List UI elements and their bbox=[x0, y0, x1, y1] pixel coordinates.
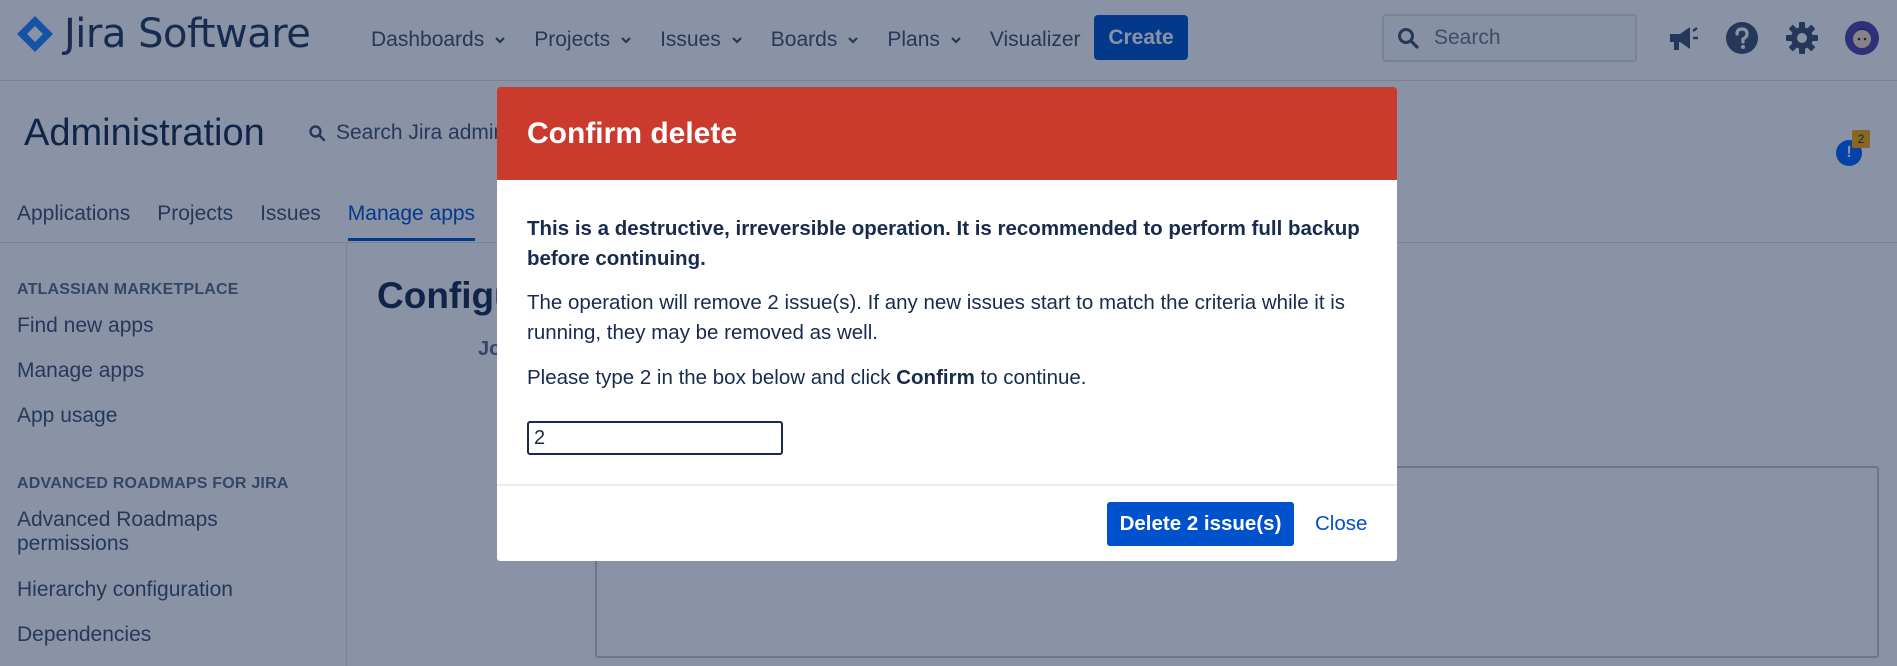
dialog-footer-divider bbox=[497, 484, 1397, 486]
close-button[interactable]: Close bbox=[1315, 512, 1367, 536]
confirm-instruction-keyword: Confirm bbox=[896, 366, 975, 389]
confirm-delete-dialog: Confirm delete This is a destructive, ir… bbox=[497, 87, 1397, 561]
dialog-title: Confirm delete bbox=[527, 116, 738, 150]
info-message: The operation will remove 2 issue(s). If… bbox=[527, 291, 1346, 344]
dialog-body: This is a destructive, irreversible oper… bbox=[497, 180, 1397, 455]
confirm-instruction-suffix: to continue. bbox=[974, 366, 1087, 389]
confirm-instruction-prefix: Please type 2 in the box below and click bbox=[527, 366, 897, 389]
warning-message: This is a destructive, irreversible oper… bbox=[527, 217, 1360, 270]
confirm-count-input[interactable] bbox=[527, 421, 783, 455]
confirm-instruction: Please type 2 in the box below and click… bbox=[527, 363, 1367, 393]
dialog-header: Confirm delete bbox=[497, 87, 1397, 180]
delete-issues-button[interactable]: Delete 2 issue(s) bbox=[1107, 502, 1294, 546]
